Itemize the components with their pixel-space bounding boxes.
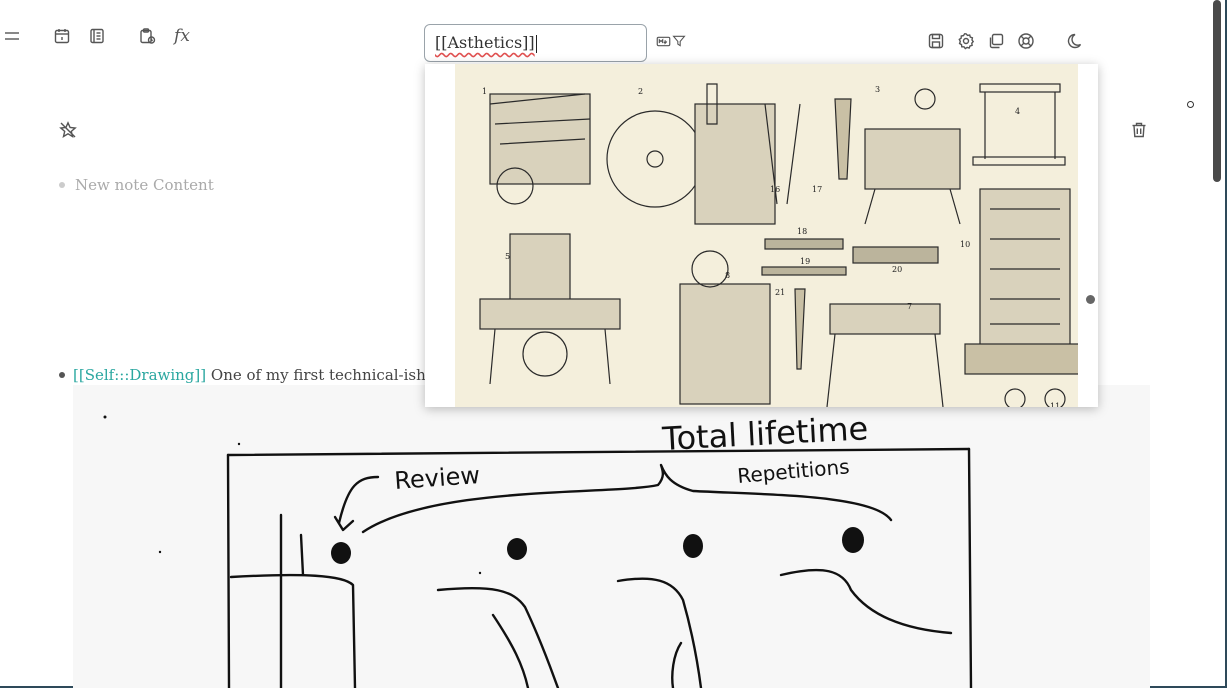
- filter-icon[interactable]: [671, 33, 687, 49]
- star-icon[interactable]: [58, 120, 78, 140]
- figure-number: 18: [797, 227, 807, 236]
- text-caret: [535, 34, 537, 53]
- drawing-sketch: Total lifetime Review Repetitions: [103, 409, 973, 690]
- function-label: fx: [174, 26, 190, 46]
- save-icon[interactable]: [926, 31, 946, 51]
- embedded-drawing-image: Total lifetime Review Repetitions: [73, 385, 1150, 690]
- page-reference-link[interactable]: [[Self:::Drawing]]: [73, 366, 206, 384]
- figure-number: 1: [482, 87, 487, 96]
- image-preview-popup[interactable]: 1 2 3 4 5 7 8 10 11 16 17 18 19 20 21: [425, 64, 1098, 407]
- bullet: [59, 182, 65, 188]
- figure-number: 2: [638, 87, 643, 96]
- calendar-icon[interactable]: [52, 26, 72, 46]
- search-input[interactable]: [[Asthetics]]: [424, 24, 647, 62]
- figure-number: 3: [875, 85, 880, 94]
- figure-number: 4: [1015, 107, 1020, 116]
- copy-icon[interactable]: [986, 31, 1006, 51]
- help-icon[interactable]: [1016, 31, 1036, 51]
- figure-number: 5: [505, 252, 510, 261]
- trash-icon[interactable]: [1129, 120, 1149, 140]
- markdown-icon[interactable]: [655, 33, 671, 49]
- figure-number: 16: [770, 185, 780, 194]
- figure-number: 20: [892, 265, 902, 274]
- vertical-scrollbar[interactable]: [1213, 0, 1221, 182]
- figure-number: 8: [725, 271, 730, 280]
- figure-number: 10: [960, 240, 970, 249]
- drawing-label: Review: [393, 461, 480, 495]
- clipboard-icon[interactable]: [137, 26, 157, 46]
- gear-icon[interactable]: [956, 31, 976, 51]
- function-icon[interactable]: fx: [170, 24, 194, 48]
- figure-number: 19: [800, 257, 810, 266]
- bullet: [59, 372, 65, 378]
- figure-number: 11: [1050, 402, 1060, 407]
- search-value: [[Asthetics]]: [435, 33, 535, 52]
- block-handle[interactable]: [1187, 101, 1194, 108]
- resize-handle[interactable]: [1086, 295, 1095, 304]
- note-placeholder[interactable]: New note Content: [75, 176, 214, 194]
- figure-number: 21: [775, 288, 785, 297]
- menu-icon[interactable]: [2, 26, 22, 46]
- engraving-plate-image: 1 2 3 4 5 7 8 10 11 16 17 18 19 20 21: [455, 64, 1086, 407]
- journal-icon[interactable]: [87, 26, 107, 46]
- drawing-label: Repetitions: [736, 454, 850, 488]
- figure-number: 7: [907, 302, 912, 311]
- engraving-illustration: 1 2 3 4 5 7 8 10 11 16 17 18 19 20 21: [479, 83, 1086, 407]
- figure-number: 17: [812, 185, 822, 194]
- moon-icon[interactable]: [1066, 31, 1086, 51]
- note-block[interactable]: [[Self:::Drawing]] One of my first techn…: [73, 366, 474, 384]
